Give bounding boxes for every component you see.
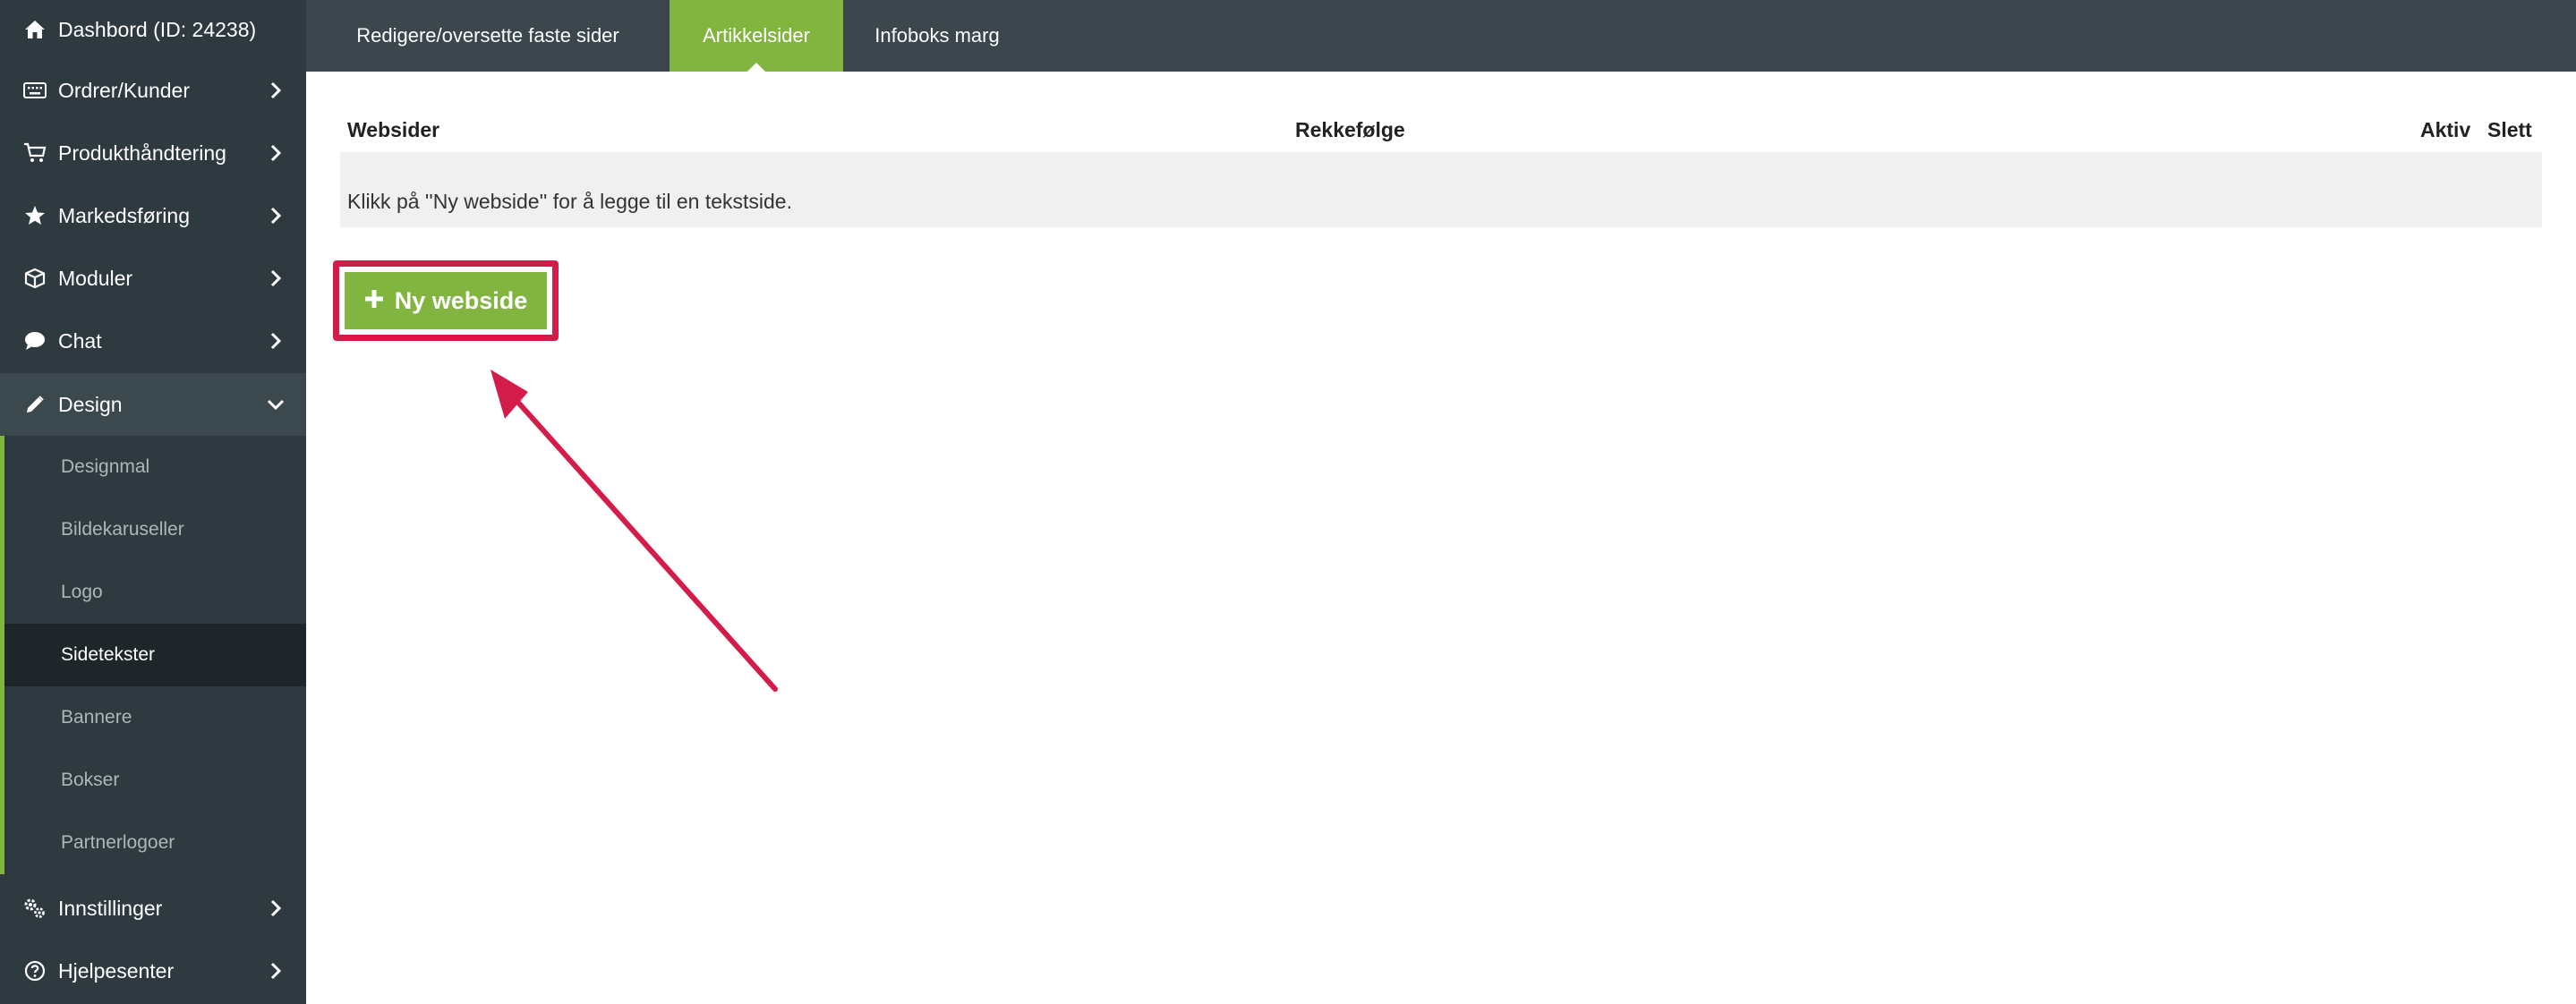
chat-bubble-icon (23, 329, 47, 353)
cube-icon (23, 267, 47, 290)
new-webpage-button[interactable]: Ny webside (345, 272, 547, 329)
sidebar-item-chat[interactable]: Chat (0, 310, 306, 372)
sidebar-subitem-logo[interactable]: Logo (0, 561, 306, 624)
sidebar-item-label: Markedsføring (58, 203, 190, 227)
empty-table-row: Klikk på ''Ny webside'' for å legge til … (340, 152, 2542, 227)
sidebar-subitem-partnerlogoer[interactable]: Partnerlogoer (0, 812, 306, 874)
column-header-aktiv: Aktiv (2420, 118, 2471, 141)
sidebar-subitem-label: Bokser (61, 770, 120, 790)
column-header-rekkefolge: Rekkefølge (1295, 118, 1405, 141)
sidebar-item-design[interactable]: Design (0, 373, 306, 436)
chevron-right-icon (267, 144, 285, 162)
star-icon (23, 204, 47, 227)
sidebar-item-markedsforing[interactable]: Markedsføring (0, 184, 306, 247)
sidebar-subitem-label: Bannere (61, 707, 132, 727)
plus-icon (364, 287, 384, 315)
sidebar-subitem-sidetekster[interactable]: Sidetekster (0, 624, 306, 686)
pencil-icon (23, 393, 47, 416)
chevron-right-icon (267, 899, 285, 917)
tab-artikkelsider[interactable]: Artikkelsider (670, 0, 843, 72)
new-webpage-button-label: Ny webside (394, 286, 528, 314)
sidebar-item-label: Ordrer/Kunder (58, 78, 191, 102)
tab-infoboks-marg[interactable]: Infoboks marg (843, 0, 1031, 72)
sidebar-item-produkthandtering[interactable]: Produkthåndtering (0, 122, 306, 184)
tab-redigere-oversette-faste-sider[interactable]: Redigere/oversette faste sider (306, 0, 670, 72)
column-header-slett: Slett (2487, 118, 2532, 141)
sidebar: Dashbord (ID: 24238) Ordrer/Kunder Produ… (0, 0, 306, 1004)
sidebar-subitem-label: Bildekaruseller (61, 519, 184, 540)
sidebar-item-label: Produkthåndtering (58, 140, 226, 165)
sidebar-item-label: Chat (58, 328, 102, 353)
sidebar-item-label: Design (58, 392, 123, 416)
sidebar-subitem-bildekaruseller[interactable]: Bildekaruseller (0, 498, 306, 561)
chevron-right-icon (267, 962, 285, 980)
sidebar-item-innstillinger[interactable]: Innstillinger (0, 877, 306, 940)
sidebar-subitem-bokser[interactable]: Bokser (0, 749, 306, 812)
sidebar-subitem-bannere[interactable]: Bannere (0, 686, 306, 749)
top-tab-bar: Redigere/oversette faste sider Artikkels… (306, 0, 2576, 72)
sidebar-subitem-label: Partnerlogoer (61, 832, 175, 853)
chevron-down-icon (267, 396, 285, 413)
gears-icon (23, 897, 47, 920)
tab-label: Redigere/oversette faste sider (356, 24, 619, 47)
keyboard-icon (23, 79, 47, 102)
sidebar-subitem-label: Designmal (61, 456, 150, 477)
active-tab-caret (747, 63, 765, 72)
tab-label: Infoboks marg (874, 24, 1000, 47)
sidebar-item-dashboard[interactable]: Dashbord (ID: 24238) (0, 0, 306, 59)
sidebar-subitem-designmal[interactable]: Designmal (0, 436, 306, 498)
sidebar-subitem-label: Sidetekster (61, 644, 156, 665)
sidebar-item-ordrer-kunder[interactable]: Ordrer/Kunder (0, 59, 306, 122)
column-header-websider: Websider (347, 118, 440, 141)
chevron-right-icon (267, 207, 285, 225)
sidebar-item-label: Hjelpesenter (58, 958, 175, 983)
sidebar-item-moduler[interactable]: Moduler (0, 247, 306, 310)
sidebar-subitem-label: Logo (61, 582, 103, 602)
sidebar-item-label: Moduler (58, 266, 133, 290)
tab-label: Artikkelsider (703, 24, 810, 47)
sidebar-item-label: Innstillinger (58, 896, 163, 920)
chevron-right-icon (267, 81, 285, 99)
home-icon (23, 18, 47, 41)
main-content: Websider Rekkefølge Aktiv Slett Klikk på… (306, 72, 2576, 1004)
sidebar-item-label: Dashbord (ID: 24238) (58, 17, 257, 41)
question-circle-icon (23, 959, 47, 983)
chevron-right-icon (267, 332, 285, 350)
cart-icon (23, 141, 47, 165)
empty-table-message: Klikk på ''Ny webside'' for å legge til … (347, 190, 792, 213)
chevron-right-icon (267, 269, 285, 287)
sidebar-item-hjelpesenter[interactable]: Hjelpesenter (0, 940, 306, 1002)
